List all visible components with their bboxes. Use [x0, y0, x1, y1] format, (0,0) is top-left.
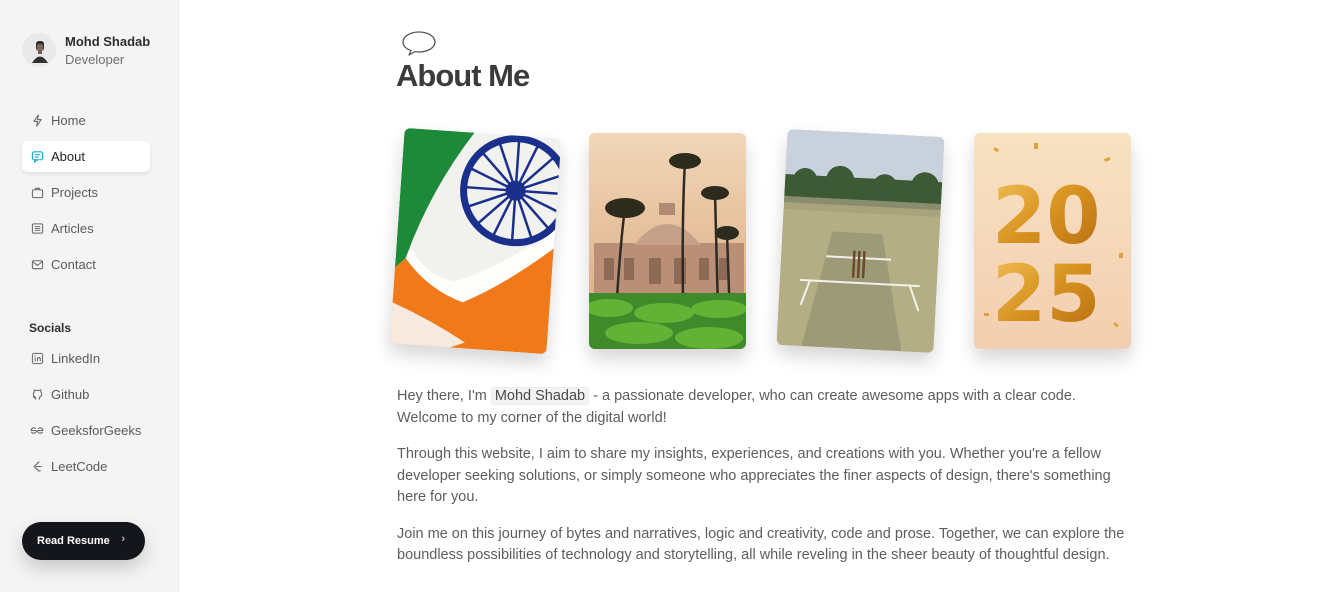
- linkedin-icon: [30, 352, 44, 366]
- chat-icon: [30, 150, 44, 164]
- tomb-with-palms-photo: [589, 133, 746, 349]
- nav-item-label: Contact: [51, 257, 96, 272]
- about-text: Hey there, I'm Mohd Shadab - a passionat…: [397, 386, 1132, 582]
- nav-item-home[interactable]: Home: [22, 105, 150, 136]
- social-link-geeksforgeeks[interactable]: GeeksforGeeks: [22, 415, 150, 446]
- profile[interactable]: Mohd Shadab Developer: [22, 33, 150, 67]
- socials-list: LinkedIn Github GeeksforGeeks LeetCode: [22, 343, 150, 487]
- read-resume-button[interactable]: Read Resume ›: [22, 522, 145, 560]
- nav-item-articles[interactable]: Articles: [22, 213, 150, 244]
- profile-name: Mohd Shadab: [65, 34, 151, 49]
- nav-item-about[interactable]: About: [22, 141, 150, 172]
- indian-flag-photo: [389, 127, 562, 355]
- social-label: GeeksforGeeks: [51, 423, 142, 438]
- nav-item-label: Projects: [51, 185, 98, 200]
- social-link-linkedin[interactable]: LinkedIn: [22, 343, 150, 374]
- about-paragraph-3: Join me on this journey of bytes and nar…: [397, 525, 1125, 564]
- page-title: About Me: [396, 58, 530, 93]
- github-icon: [30, 388, 44, 402]
- year-2025-photo: 20 25: [974, 133, 1131, 349]
- leetcode-icon: [30, 460, 44, 474]
- lightning-icon: [30, 114, 44, 128]
- main-nav: Home About Projects Articles Contact: [22, 105, 150, 285]
- svg-text:25: 25: [992, 250, 1101, 340]
- about-paragraph-2: Through this website, I aim to share my …: [397, 446, 1111, 505]
- socials-heading: Socials: [29, 321, 72, 335]
- document-icon: [30, 222, 44, 236]
- cricket-pitch-photo: [776, 129, 945, 353]
- nav-item-contact[interactable]: Contact: [22, 249, 150, 280]
- geeksforgeeks-icon: [30, 424, 44, 438]
- mail-icon: [30, 258, 44, 272]
- nav-item-label: Articles: [51, 221, 94, 236]
- svg-text:20: 20: [992, 172, 1101, 262]
- nav-item-label: About: [51, 149, 85, 164]
- avatar[interactable]: [22, 33, 56, 67]
- profile-role: Developer: [65, 52, 125, 67]
- social-label: LeetCode: [51, 459, 108, 474]
- social-label: Github: [51, 387, 90, 402]
- chevron-right-icon: ›: [121, 533, 125, 545]
- social-link-leetcode[interactable]: LeetCode: [22, 451, 150, 482]
- paragraph-text: Hey there, I'm: [397, 388, 491, 404]
- name-highlight: Mohd Shadab: [490, 387, 590, 405]
- social-link-github[interactable]: Github: [22, 379, 150, 410]
- social-label: LinkedIn: [51, 351, 101, 366]
- sidebar: Mohd Shadab Developer Home About Project…: [0, 0, 179, 592]
- read-resume-label: Read Resume: [37, 535, 110, 547]
- briefcase-icon: [30, 186, 44, 200]
- about-paragraph-1: Hey there, I'm Mohd Shadab - a passionat…: [397, 386, 1132, 429]
- nav-item-label: Home: [51, 113, 86, 128]
- nav-item-projects[interactable]: Projects: [22, 177, 150, 208]
